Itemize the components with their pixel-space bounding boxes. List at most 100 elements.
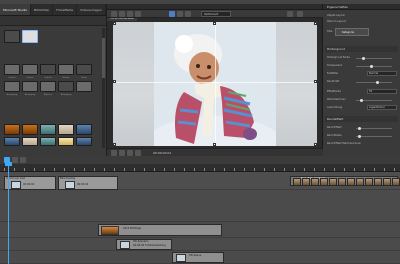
resize-handle[interactable] — [113, 22, 116, 25]
effect-thumb[interactable] — [4, 81, 20, 92]
prop-label: Weichzeichnen — [327, 98, 346, 101]
tab-video-templates[interactable]: Videovorlagen — [77, 4, 106, 15]
ruler-tick — [354, 168, 355, 171]
resize-handle[interactable] — [113, 143, 116, 146]
ruler-tick — [224, 168, 225, 171]
category-button[interactable]: Kategorie — [335, 28, 369, 36]
effect-color-field[interactable]: 50 — [367, 89, 397, 94]
ruler-tick — [374, 168, 375, 171]
background-color-slider[interactable] — [356, 57, 392, 60]
timeline-clip[interactable]: HD-Szenario 00:00:05 Fotobearbeitung — [116, 239, 172, 250]
ruler-tick — [294, 168, 295, 171]
background-thumb[interactable] — [76, 137, 92, 146]
effect-caption: Blende — [62, 77, 70, 79]
zoom-tool-button[interactable] — [135, 11, 141, 17]
ruler-tick — [54, 168, 55, 171]
fit-tool-button[interactable] — [185, 11, 191, 17]
ruler-tick — [184, 168, 185, 171]
ruler-tick — [384, 168, 385, 171]
transparency-slider[interactable] — [356, 65, 392, 68]
alignment-select[interactable]: Lagerbildner — [367, 105, 397, 110]
crop-overlay-left — [113, 22, 154, 146]
background-thumb[interactable] — [58, 137, 74, 146]
timeline-clip[interactable]: HD-Szene — [172, 252, 224, 263]
selection-tool-button[interactable] — [169, 11, 175, 17]
background-thumb[interactable] — [40, 124, 56, 135]
ruler-tick — [344, 168, 345, 171]
resize-handle[interactable] — [213, 143, 216, 146]
effect-caption: Bewegung — [6, 94, 18, 96]
prop-label: Transparenz — [327, 64, 343, 67]
ruler-tick — [274, 168, 275, 171]
effect-thumb[interactable] — [58, 81, 74, 92]
effect-thumb[interactable] — [40, 64, 56, 75]
prop-label: Hintergrund-Farbe — [327, 56, 350, 59]
tab-photo-effects[interactable]: Fotoeffekte — [53, 4, 78, 15]
timeline-snap-button[interactable] — [12, 157, 18, 163]
background-thumb[interactable] — [4, 137, 20, 146]
ruler-tick — [144, 168, 145, 171]
tab-library[interactable]: Bibliothek — [31, 4, 54, 15]
timeline-clip[interactable]: Ich bin ein Lied 00:00:04 — [4, 176, 56, 190]
resize-handle[interactable] — [314, 80, 317, 83]
media-library-panel: Microsoft Studio Bibliothek Fotoeffekte … — [0, 4, 107, 156]
effect-thumb[interactable] — [22, 81, 38, 92]
timeline-toolbar — [0, 156, 400, 164]
template-thumb-selected[interactable] — [22, 30, 38, 43]
timeline-filmstrip-clip[interactable]: Text, Bild, Zeitleiste — [290, 176, 400, 186]
grid-tool-button[interactable] — [177, 11, 183, 17]
border-width-slider[interactable] — [356, 135, 392, 138]
timeline-ruler[interactable] — [0, 164, 400, 172]
background-thumb[interactable] — [22, 124, 38, 135]
clip-thumbnail — [120, 241, 130, 249]
timeline-clip[interactable]: Bild-Overlay 00:00:04 — [58, 176, 118, 190]
effect-thumb[interactable] — [4, 64, 20, 75]
scroll-thumb[interactable] — [102, 38, 105, 78]
background-grid — [4, 124, 92, 146]
move-tool-button[interactable] — [127, 11, 133, 17]
zoom-select[interactable]: Optimiert — [201, 11, 231, 17]
section-border-effect[interactable]: Randeffekt — [325, 116, 398, 122]
ruler-tick — [24, 168, 25, 171]
effect-thumb[interactable] — [40, 81, 56, 92]
ruler-tick — [204, 168, 205, 171]
opacity-slider[interactable] — [356, 81, 392, 84]
effect-thumb[interactable] — [58, 64, 74, 75]
tab-studio[interactable]: Microsoft Studio — [0, 4, 32, 15]
color-filter-select[interactable]: Normal — [367, 71, 397, 76]
settings-button[interactable] — [297, 11, 303, 17]
ruler-tick — [314, 168, 315, 171]
border-effect-slider[interactable] — [356, 127, 392, 130]
crop-tool-button[interactable] — [111, 11, 117, 17]
rotate-tool-button[interactable] — [119, 11, 125, 17]
resize-handle[interactable] — [314, 143, 317, 146]
background-thumb[interactable] — [40, 137, 56, 146]
timeline-clip[interactable]: 2013 Bildfolge — [98, 224, 222, 236]
ruler-tick — [154, 168, 155, 171]
resize-handle[interactable] — [213, 22, 216, 25]
template-thumb[interactable] — [4, 30, 20, 43]
blur-slider[interactable] — [356, 99, 392, 102]
background-thumb[interactable] — [4, 124, 20, 135]
background-thumb[interactable] — [22, 137, 38, 146]
playhead[interactable] — [8, 162, 9, 264]
effect-thumb[interactable] — [22, 64, 38, 75]
media-scrollbar[interactable] — [102, 28, 105, 148]
properties-row: Objekt-Layout — [327, 14, 345, 17]
timeline-track: HD-Szenario 00:00:05 Fotobearbeitung — [0, 238, 400, 251]
background-thumb[interactable] — [58, 124, 74, 135]
properties-row: Titel — [327, 30, 333, 33]
effect-thumb[interactable] — [76, 81, 92, 92]
effect-thumb[interactable] — [76, 64, 92, 75]
preview-canvas[interactable] — [113, 22, 317, 146]
prop-label: Deckkraft — [327, 80, 340, 83]
resize-handle[interactable] — [314, 22, 317, 25]
resize-handle[interactable] — [113, 80, 116, 83]
fullscreen-button[interactable] — [287, 11, 293, 17]
ruler-tick — [324, 168, 325, 171]
background-thumb[interactable] — [76, 124, 92, 135]
timeline-zoom-button[interactable] — [20, 157, 26, 163]
section-background[interactable]: Hintergrund — [325, 46, 398, 52]
ruler-tick — [114, 168, 115, 171]
properties-row: Stile im Layout — [327, 20, 346, 23]
